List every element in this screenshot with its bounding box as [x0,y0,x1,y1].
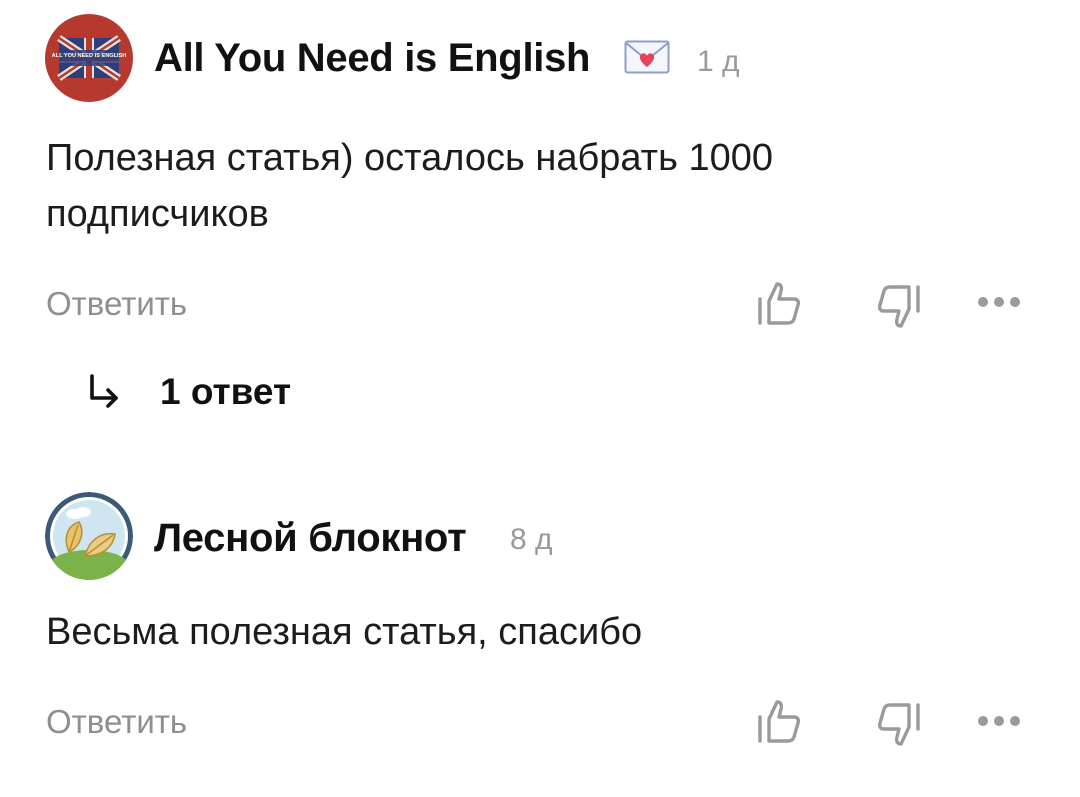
avatar[interactable] [45,492,133,580]
reply-button[interactable]: Ответить [46,702,187,742]
avatar-logo-text: ALL YOU NEED IS ENGLISH [52,53,127,59]
avatar[interactable]: ALL YOU NEED IS ENGLISH [45,14,133,102]
comment-author[interactable]: Лесной блокнот [154,514,467,562]
comment-text-line: Весьма полезная статья, спасибо [46,611,643,653]
love-letter-icon [624,40,670,74]
replies-count: 1 ответ [160,371,292,412]
more-options-icon[interactable] [975,294,1023,310]
thumbs-down-icon[interactable] [875,700,923,750]
comment-timestamp: 1 д [697,45,740,78]
thumbs-down-icon[interactable] [875,282,923,332]
show-replies-button[interactable]: 1 ответ [86,370,291,414]
more-options-icon[interactable] [975,713,1023,729]
reply-arrow-icon [86,372,122,412]
comment-timestamp: 8 д [510,523,553,556]
comment-text: Полезная статья) осталось набрать 1000 п… [46,130,1046,242]
comment-text-line: подписчиков [46,193,269,235]
thumbs-up-icon[interactable] [755,696,803,746]
comment-text: Весьма полезная статья, спасибо [46,604,1046,660]
comment-text-line: Полезная статья) осталось набрать 1000 [46,137,773,179]
comment-author[interactable]: All You Need is English [154,34,590,82]
reply-button[interactable]: Ответить [46,284,187,324]
thumbs-up-icon[interactable] [755,278,803,328]
